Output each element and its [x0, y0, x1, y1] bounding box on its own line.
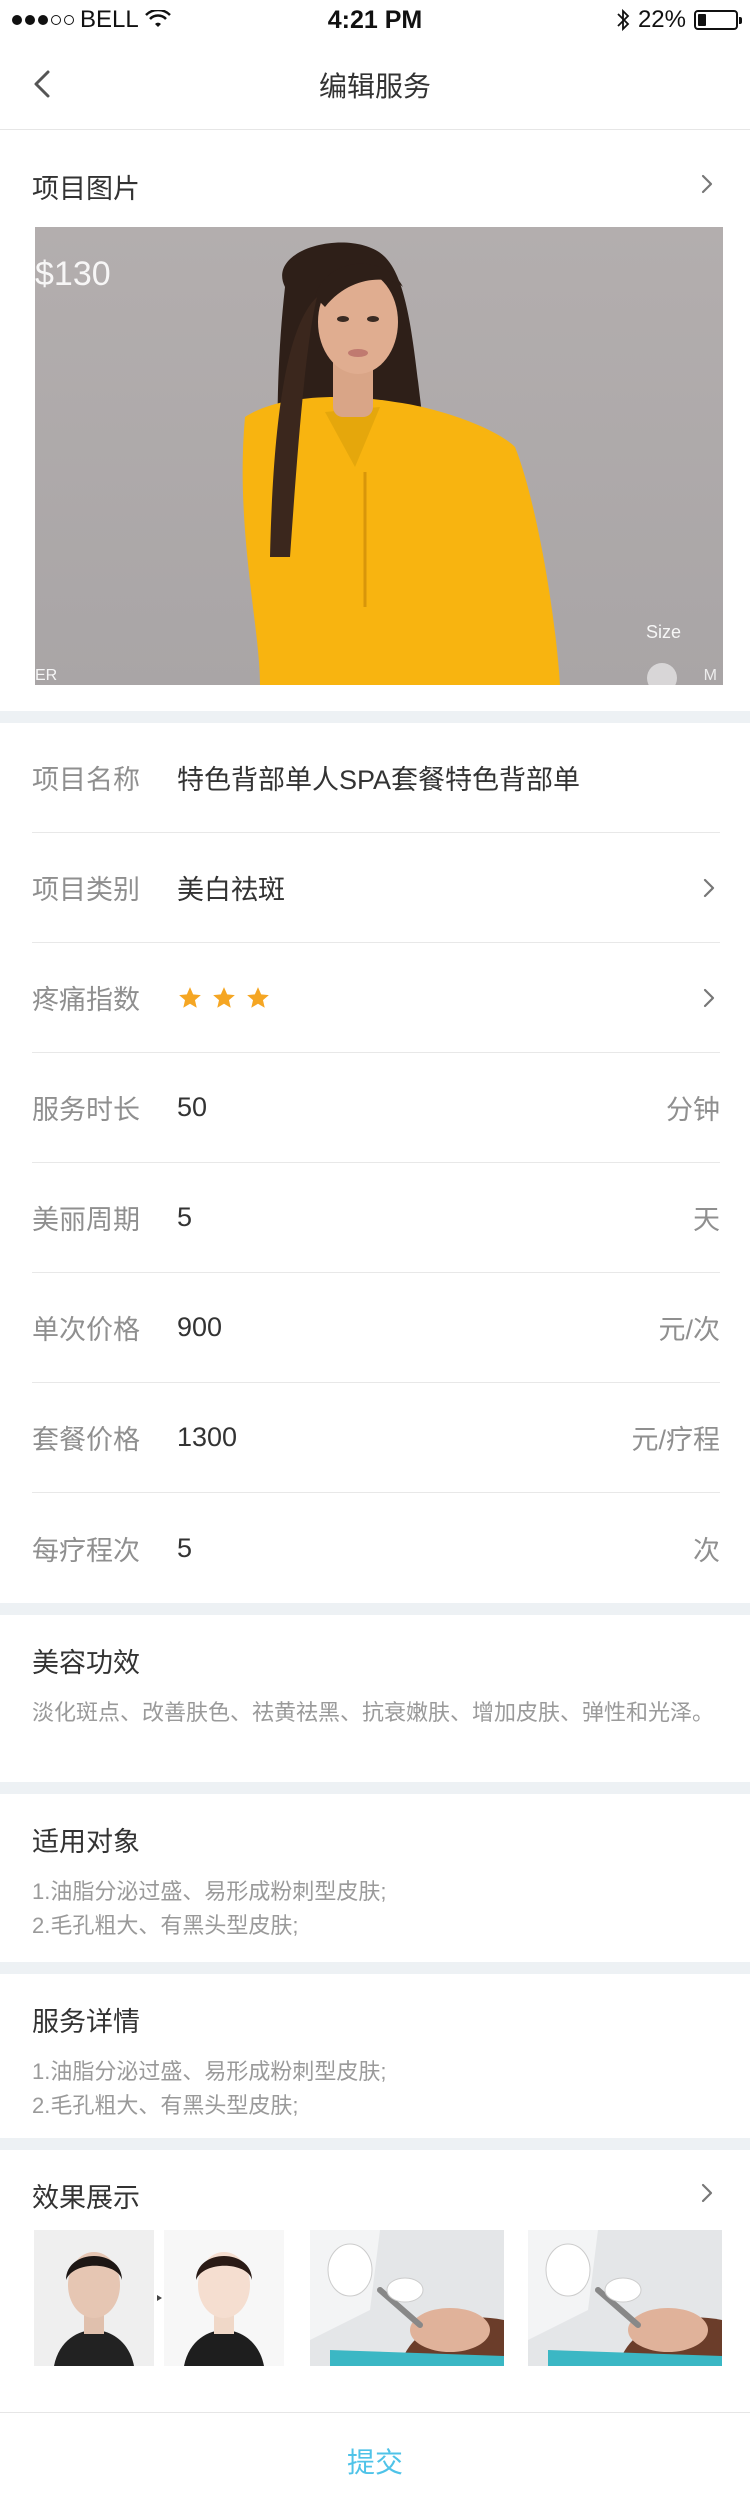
page-title: 编辑服务 [318, 70, 431, 102]
form-label: 服务时长 [32, 1095, 140, 1125]
after-photo[interactable] [164, 2230, 284, 2366]
details-text: 1.油脂分泌过盛、易形成粉刺型皮肤; 2.毛孔粗大、有黑头型皮肤; [32, 2055, 718, 2123]
target-line: 2.毛孔粗大、有黑头型皮肤; [32, 1913, 299, 1938]
chevron-right-icon[interactable] [698, 987, 720, 1009]
section-divider [0, 2138, 750, 2150]
service-form: 项目名称 特色背部单人SPA套餐特色背部单 项目类别 美白祛斑 疼痛指数 服务时… [0, 723, 750, 1603]
back-arrow-icon[interactable] [24, 64, 64, 104]
unit-label: 次 [693, 1535, 720, 1566]
section-divider [0, 1962, 750, 1974]
section-divider [0, 711, 750, 723]
project-image-title: 项目图片 [32, 174, 140, 204]
form-row-sessions[interactable]: 每疗程次 5 次 [32, 1493, 720, 1603]
nav-bar: 编辑服务 [0, 40, 750, 130]
target-text: 1.油脂分泌过盛、易形成粉刺型皮肤; 2.毛孔粗大、有黑头型皮肤; [32, 1875, 718, 1943]
details-line: 1.油脂分泌过盛、易形成粉刺型皮肤; [32, 2059, 387, 2084]
status-time: 4:21 PM [327, 5, 423, 34]
name-input[interactable]: 特色背部单人SPA套餐特色背部单 [177, 758, 720, 797]
details-section[interactable]: 服务详情 1.油脂分泌过盛、易形成粉刺型皮肤; 2.毛孔粗大、有黑头型皮肤; [0, 1974, 750, 2138]
effect-gallery-section[interactable]: 效果展示 [0, 2150, 750, 2410]
wifi-icon [144, 10, 171, 27]
image-corner-text-right: M [703, 667, 717, 684]
bluetooth-icon [617, 8, 630, 32]
image-size-text: Size [645, 622, 681, 642]
form-label: 项目名称 [32, 765, 140, 795]
star-icon [213, 986, 235, 1008]
star-icon [179, 986, 201, 1008]
treatment-photo[interactable] [310, 2230, 504, 2366]
project-image-section[interactable]: 项目图片 $130 Size ER M [0, 131, 750, 711]
image-price-text: $130 [35, 255, 111, 293]
form-label: 套餐价格 [32, 1425, 140, 1455]
cycle-input[interactable]: 5 [177, 1202, 693, 1233]
form-row-name[interactable]: 项目名称 特色背部单人SPA套餐特色背部单 [32, 723, 720, 833]
unit-label: 天 [693, 1205, 720, 1235]
model-photo [242, 242, 560, 685]
arrow-right-icon [157, 2295, 162, 2301]
treatment-photo[interactable] [528, 2230, 722, 2366]
status-right: 22% [438, 6, 742, 34]
form-label: 美丽周期 [32, 1205, 140, 1235]
efficacy-text: 淡化斑点、改善肤色、祛黄祛黑、抗衰嫩肤、增加皮肤、弹性和光泽。 [32, 1700, 715, 1725]
form-label: 疼痛指数 [32, 985, 140, 1015]
form-row-pain-index[interactable]: 疼痛指数 [32, 943, 720, 1053]
target-title: 适用对象 [32, 1827, 140, 1857]
image-corner-text-left: ER [35, 667, 58, 684]
signal-icon [12, 15, 74, 25]
project-image[interactable]: $130 Size ER M [35, 227, 723, 685]
category-value[interactable]: 美白祛斑 [177, 868, 698, 907]
section-divider [0, 1782, 750, 1794]
unit-label: 元/次 [658, 1315, 720, 1345]
unit-label: 元/疗程 [631, 1425, 720, 1455]
pain-rating[interactable] [177, 985, 698, 1011]
form-row-cycle[interactable]: 美丽周期 5 天 [32, 1163, 720, 1273]
details-line: 2.毛孔粗大、有黑头型皮肤; [32, 2093, 299, 2118]
form-row-category[interactable]: 项目类别 美白祛斑 [32, 833, 720, 943]
package-price-input[interactable]: 1300 [177, 1422, 631, 1453]
battery-icon [694, 10, 742, 30]
form-row-duration[interactable]: 服务时长 50 分钟 [32, 1053, 720, 1163]
form-row-single-price[interactable]: 单次价格 900 元/次 [32, 1273, 720, 1383]
form-label: 每疗程次 [32, 1535, 140, 1566]
before-photo[interactable] [34, 2230, 154, 2366]
chevron-right-icon[interactable] [698, 877, 720, 899]
submit-button[interactable]: 提交 [347, 2441, 403, 2481]
gallery-title: 效果展示 [32, 2183, 140, 2213]
chevron-right-icon[interactable] [696, 173, 718, 195]
target-line: 1.油脂分泌过盛、易形成粉刺型皮肤; [32, 1879, 387, 1904]
battery-fill [698, 14, 706, 26]
single-price-input[interactable]: 900 [177, 1312, 658, 1343]
form-label: 项目类别 [32, 875, 140, 905]
star-rating [177, 985, 698, 1011]
section-divider [0, 1603, 750, 1615]
sessions-input[interactable]: 5 [177, 1533, 693, 1564]
efficacy-title: 美容功效 [32, 1648, 140, 1678]
target-section[interactable]: 适用对象 1.油脂分泌过盛、易形成粉刺型皮肤; 2.毛孔粗大、有黑头型皮肤; [0, 1794, 750, 1962]
form-label: 单次价格 [32, 1315, 140, 1345]
chevron-right-icon[interactable] [696, 2182, 718, 2204]
size-chip [647, 663, 677, 685]
submit-bar: 提交 [0, 2412, 750, 2508]
carrier-label: BELL [80, 6, 139, 33]
star-icon [247, 986, 269, 1008]
efficacy-section[interactable]: 美容功效 淡化斑点、改善肤色、祛黄祛黑、抗衰嫩肤、增加皮肤、弹性和光泽。 [0, 1615, 750, 1782]
details-title: 服务详情 [32, 2007, 140, 2037]
battery-percent: 22% [637, 6, 686, 33]
status-left: BELL [12, 6, 312, 34]
status-bar: BELL 4:21 PM 22% [0, 0, 750, 40]
unit-label: 分钟 [666, 1095, 720, 1125]
form-row-package-price[interactable]: 套餐价格 1300 元/疗程 [32, 1383, 720, 1493]
duration-input[interactable]: 50 [177, 1092, 666, 1123]
